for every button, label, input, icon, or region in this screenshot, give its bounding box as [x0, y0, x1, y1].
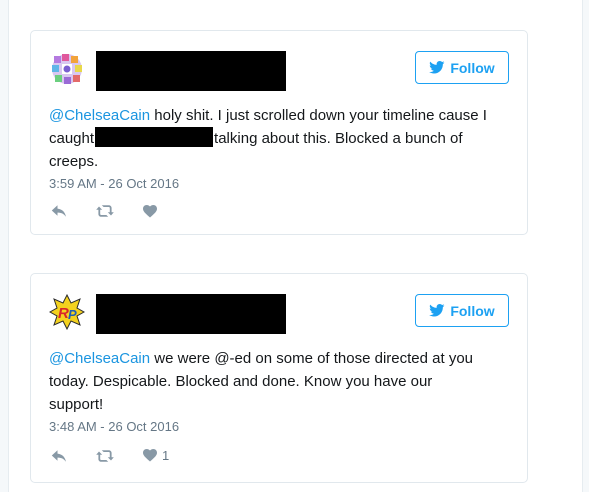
reply-icon	[51, 449, 66, 462]
heart-icon	[143, 204, 157, 217]
heart-icon	[143, 449, 157, 462]
retweet-icon	[96, 205, 114, 217]
reply-icon	[51, 205, 66, 217]
tweet-actions: 1	[51, 448, 197, 463]
follow-button[interactable]: Follow	[415, 51, 509, 84]
retweet-button[interactable]	[95, 449, 115, 463]
mention-link[interactable]: @ChelseaCain	[49, 107, 150, 124]
like-count: 1	[162, 448, 170, 463]
avatar-image: R P	[49, 294, 85, 330]
like-button[interactable]: 1	[143, 448, 169, 463]
reply-button[interactable]	[51, 449, 67, 463]
tweet-timestamp[interactable]: 3:59 AM - 26 Oct 2016	[49, 176, 179, 191]
redacted-user-name	[96, 51, 286, 91]
avatar[interactable]	[49, 51, 85, 87]
tweet-actions	[51, 204, 190, 218]
like-button[interactable]	[143, 204, 162, 218]
avatar-image	[49, 51, 85, 87]
page-left-gutter	[0, 0, 9, 492]
tweet-text: @ChelseaCain holy shit. I just scrolled …	[49, 104, 489, 173]
twitter-bird-icon	[429, 61, 445, 74]
redacted-inline-name	[95, 127, 214, 147]
follow-button-label: Follow	[450, 59, 495, 76]
reply-button[interactable]	[51, 204, 67, 218]
avatar-logo-p: P	[68, 307, 77, 322]
tweet-card: Follow @ChelseaCain holy shit. I just sc…	[30, 30, 528, 235]
mention-link[interactable]: @ChelseaCain	[49, 350, 150, 367]
page-right-gutter	[582, 0, 589, 492]
retweet-icon	[96, 449, 114, 462]
follow-button[interactable]: Follow	[415, 294, 509, 327]
retweet-button[interactable]	[95, 204, 115, 218]
twitter-bird-icon	[429, 304, 445, 317]
tweet-card: R P Follow @ChelseaCain we were @-ed on …	[30, 273, 528, 483]
redacted-user-name	[96, 294, 286, 334]
tweet-text: @ChelseaCain we were @-ed on some of tho…	[49, 347, 489, 416]
tweet-timestamp[interactable]: 3:48 AM - 26 Oct 2016	[49, 419, 179, 434]
follow-button-label: Follow	[450, 302, 495, 319]
avatar[interactable]: R P	[49, 294, 85, 330]
